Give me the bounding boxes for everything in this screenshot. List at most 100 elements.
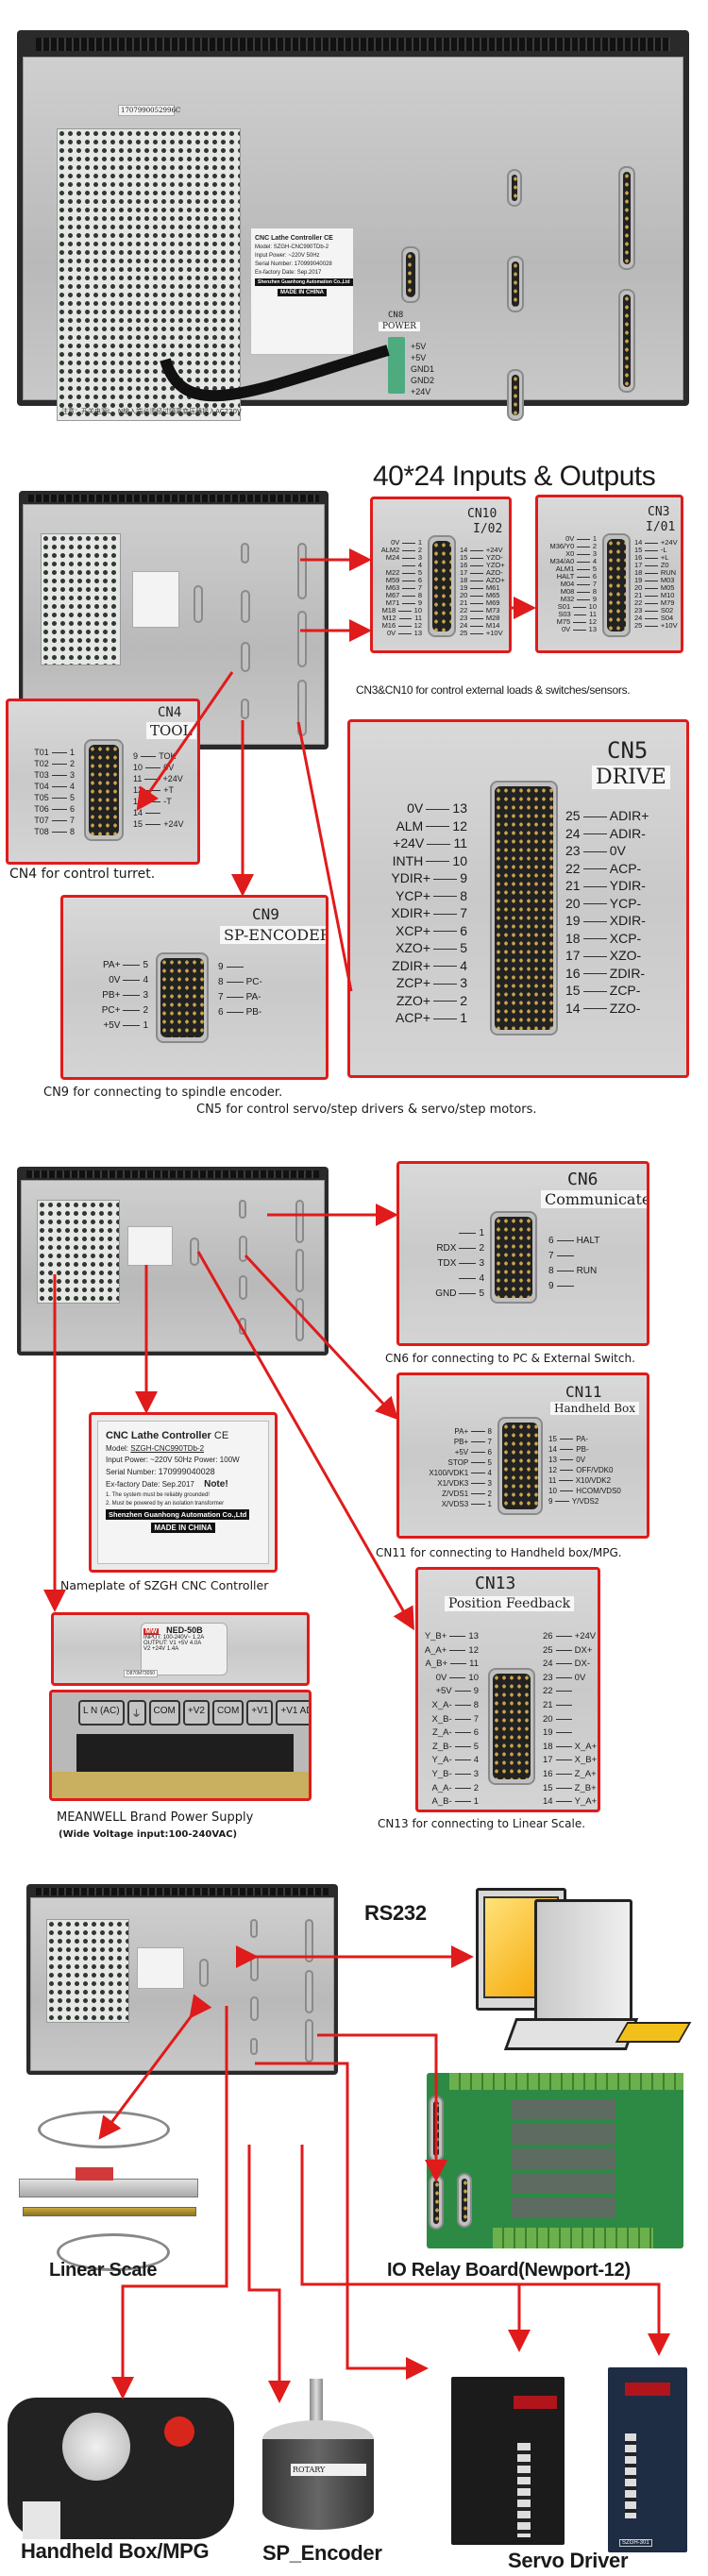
pin-row: 25 +10V xyxy=(460,630,509,637)
cn8-pin: +24V xyxy=(411,387,431,396)
pin-line xyxy=(559,1449,574,1451)
pin-line xyxy=(226,1011,244,1013)
cn8-pin: +5V xyxy=(411,353,427,362)
pin-number: 8 xyxy=(218,977,224,987)
handheld-mpg xyxy=(8,2398,234,2539)
pin-row: XDIR+ 7 xyxy=(354,904,467,922)
pin-line xyxy=(402,564,415,566)
pin-number: 25 xyxy=(634,621,643,630)
pin-number: 19 xyxy=(565,913,581,928)
cn11-title: CN11 xyxy=(565,1383,602,1401)
pin-line xyxy=(51,798,67,800)
note-2: 2. Must be powered by an isolation trans… xyxy=(106,1501,225,1507)
pin-row: 21 YDIR- xyxy=(565,877,686,895)
pin-row: 9 Y/VDS2 xyxy=(548,1496,647,1507)
pin-label: X_A- xyxy=(431,1699,452,1710)
pin-label: T05 xyxy=(34,793,49,802)
pin-line xyxy=(555,1801,572,1803)
pin-line xyxy=(449,1676,466,1678)
cn10-title: CN10 xyxy=(467,507,497,521)
cn11-left-pins: PA+ 8 PB+ 7 +5V 6 STOP 5 X100/VDK1 4 X1/VDK3 3 Z/VDS… xyxy=(401,1426,492,1509)
cn3-detail-box: CN3 I/01 0V 1 M36/Y0 2 X0 3 M34/A0 4 ALM1 5 HALT 6 M… xyxy=(535,495,683,653)
pin-label: DX- xyxy=(574,1658,591,1670)
pin-row: INTH 10 xyxy=(354,852,467,870)
pin-row: XCP+ 6 xyxy=(354,922,467,940)
pin-number: 6 xyxy=(69,804,75,814)
cn11-thumb xyxy=(250,1955,259,1981)
pin-line xyxy=(556,1285,574,1287)
note-1: 1. The system must be reliably grounded! xyxy=(106,1492,210,1498)
cn4-thumb xyxy=(250,1996,259,2021)
pin-number: 2 xyxy=(479,1243,484,1254)
pin-row: GND 5 xyxy=(403,1287,484,1302)
controller-thumbnail-3 xyxy=(26,1884,338,2075)
pin-line xyxy=(433,878,458,880)
pin-number: 2 xyxy=(69,759,75,768)
pin-row: 12 +T xyxy=(133,784,197,796)
cn4-right-pins: 9 TOK 10 0V 11 +24V 12 +T 13 -T 14 15 +24V xyxy=(133,750,197,830)
pin-number: 12 xyxy=(468,1644,479,1656)
cn4-caption: CN4 for control turret. xyxy=(9,867,156,882)
pin-line xyxy=(454,1745,471,1747)
pin-label: YDIR+ xyxy=(391,870,431,885)
cn9-thumb xyxy=(241,699,249,719)
model-value: SZGH-CNC990TDb-2 xyxy=(273,244,329,250)
pin-number: 11 xyxy=(133,774,143,783)
pin-line xyxy=(398,617,413,619)
pin-label: RDX xyxy=(436,1243,457,1254)
cn3-connector xyxy=(602,533,631,637)
pin-label: ALM xyxy=(396,817,424,833)
board-connector-2 xyxy=(429,2175,444,2230)
pin-label: HCOM/VDS0 xyxy=(576,1487,621,1495)
pin-line xyxy=(559,1439,574,1440)
pin-line xyxy=(51,832,67,833)
cn3-connector-small xyxy=(618,289,635,393)
pin-number: 11 xyxy=(548,1476,557,1485)
pin-line xyxy=(454,1759,471,1761)
meanwell-logo: MW xyxy=(143,1628,160,1635)
psu-terminal-block xyxy=(76,1734,294,1772)
pin-line xyxy=(454,1732,471,1734)
pin-line xyxy=(454,1718,471,1720)
pin-label: Y_B+ xyxy=(424,1631,447,1642)
power-supply-unit xyxy=(41,533,121,665)
board-connector-3 xyxy=(457,2173,472,2228)
pin-row: 11 +24V xyxy=(133,773,197,784)
pin-number: 7 xyxy=(548,1251,554,1261)
servo-terminals xyxy=(517,2443,531,2537)
cn11-connector xyxy=(497,1417,543,1515)
pin-label: XDIR- xyxy=(609,913,646,928)
pin-label: YCP+ xyxy=(396,887,431,903)
pin-number: 13 xyxy=(133,797,143,806)
pin-label: XZO+ xyxy=(396,940,431,955)
pin-label: X/VDS3 xyxy=(441,1500,469,1508)
pin-label: DX+ xyxy=(574,1644,593,1656)
pc-computer xyxy=(472,1882,699,2071)
pin-row: 15 Z_B+ xyxy=(543,1782,598,1796)
cn4-title: CN4 xyxy=(158,705,182,720)
serial-value: 170999040028 xyxy=(158,1467,215,1476)
nameplate-thumbnail xyxy=(137,1947,184,1989)
pin-label: Z_A+ xyxy=(574,1768,597,1779)
pin-row: 10 0V xyxy=(133,762,197,773)
pin-line xyxy=(556,1239,574,1241)
pin-line xyxy=(470,587,483,589)
pin-row: 13 0V xyxy=(548,1455,647,1465)
pin-label: Z_B- xyxy=(432,1741,452,1752)
pin-line xyxy=(555,1691,572,1692)
input-power-label: Input Power: xyxy=(255,253,287,259)
pin-number: 3 xyxy=(479,1258,484,1269)
pin-label: ZCP- xyxy=(609,983,641,998)
pin-number: 19 xyxy=(543,1727,553,1739)
pin-row: 22 xyxy=(543,1685,598,1699)
servo-terminals xyxy=(625,2433,636,2518)
pin-row: T04 4 xyxy=(12,781,75,792)
pin-label: 0V xyxy=(109,975,121,985)
pin-row: 22 ACP- xyxy=(565,860,686,878)
pin-line xyxy=(123,994,141,996)
pin-label: A_A+ xyxy=(424,1644,447,1656)
encoder-body: ROTARY xyxy=(262,2439,374,2530)
pin-label: +5V xyxy=(454,1448,469,1456)
pin-line xyxy=(577,598,590,600)
cn3-thumb xyxy=(305,1970,313,2013)
